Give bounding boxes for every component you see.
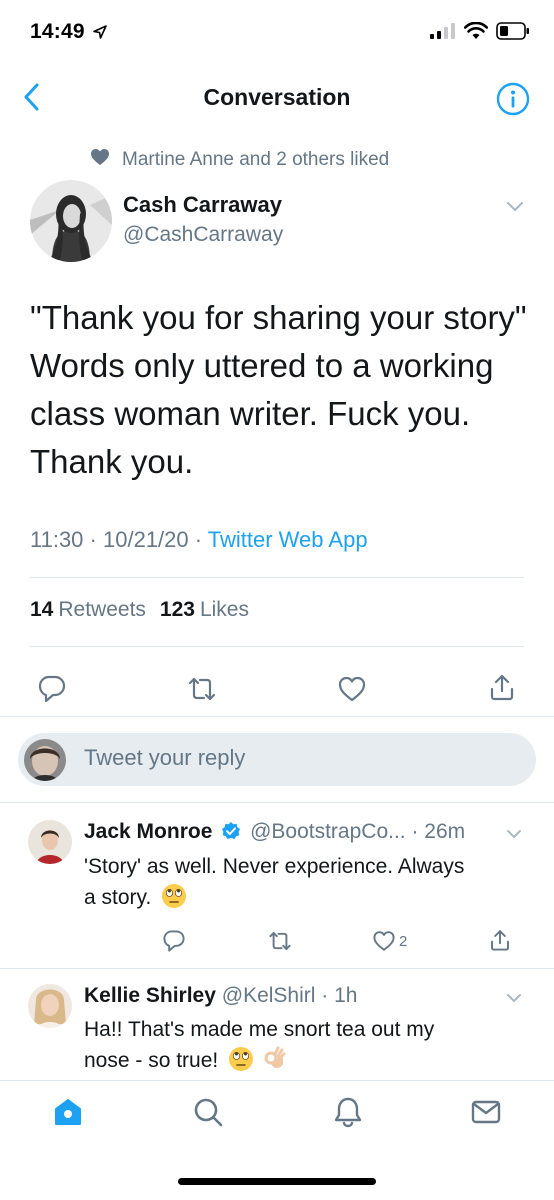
- chevron-down-icon[interactable]: [506, 200, 524, 212]
- tweet-text-line: class woman writer. Fuck you.: [30, 395, 471, 432]
- tweet-date: 10/21/20: [102, 527, 189, 552]
- info-icon: [496, 82, 530, 120]
- reply-icon[interactable]: [37, 674, 67, 704]
- heart-icon: [90, 148, 110, 172]
- reply-text-line: 'Story' as well. Never experience. Alway…: [84, 855, 465, 878]
- status-time: 14:49: [30, 20, 85, 43]
- info-button[interactable]: [496, 82, 530, 116]
- battery-icon: [496, 21, 530, 45]
- meta-separator: ·: [188, 527, 208, 552]
- share-icon[interactable]: [487, 672, 517, 702]
- notifications-icon[interactable]: [332, 1096, 364, 1128]
- tweet-text-line: Thank you.: [30, 443, 194, 480]
- reply-text: Ha!! That's made me snort tea out my nos…: [84, 1014, 524, 1076]
- likes-label: Likes: [199, 598, 249, 621]
- home-icon[interactable]: [52, 1096, 84, 1128]
- like-count: 2: [399, 932, 408, 950]
- reply-age: · 1h: [321, 984, 358, 1007]
- tweet-stats: 14 Retweets 123 Likes: [30, 598, 249, 622]
- like-button[interactable]: 2: [372, 929, 407, 953]
- retweets-stat[interactable]: 14 Retweets: [30, 598, 146, 622]
- tweet-text-line: "Thank you for sharing your story": [30, 299, 527, 336]
- signal-icon: [430, 22, 456, 44]
- tweet-meta: 11:30 · 10/21/20 · Twitter Web App: [30, 527, 368, 553]
- chevron-down-icon[interactable]: [506, 826, 524, 838]
- likes-count: 123: [159, 598, 195, 621]
- reply-author-name[interactable]: Kellie Shirley: [84, 984, 216, 1007]
- home-indicator[interactable]: [178, 1178, 376, 1185]
- author-name[interactable]: Cash Carraway: [123, 192, 282, 218]
- share-icon[interactable]: [488, 928, 512, 952]
- social-context-text: Martine Anne and 2 others liked: [122, 149, 390, 170]
- tweet-text-line: Words only uttered to a working: [30, 347, 494, 384]
- author-handle[interactable]: @CashCarraway: [123, 223, 283, 247]
- reply-text-line2: a story.: [84, 882, 524, 913]
- divider: [30, 646, 524, 647]
- messages-icon[interactable]: [470, 1096, 502, 1128]
- retweet-icon[interactable]: [187, 674, 217, 704]
- reply-author-handle[interactable]: @KelShirl: [222, 984, 316, 1007]
- reply-placeholder: Tweet your reply: [84, 745, 246, 770]
- reply-text-line: nose - so true!: [84, 1049, 219, 1072]
- reply-text-line2: nose - so true!: [84, 1045, 524, 1076]
- tweet-text: "Thank you for sharing your story" Words…: [30, 294, 530, 486]
- retweet-icon[interactable]: [268, 929, 292, 953]
- eye-roll-emoji-icon: [228, 1046, 254, 1072]
- avatar: [24, 739, 66, 781]
- heart-outline-icon[interactable]: [337, 674, 367, 704]
- avatar[interactable]: [30, 180, 112, 262]
- avatar[interactable]: [28, 820, 72, 864]
- status-icons: [430, 21, 530, 45]
- likes-stat[interactable]: 123 Likes: [160, 598, 249, 622]
- social-context: Martine Anne and 2 others liked: [90, 148, 389, 172]
- verified-badge-icon: [221, 821, 241, 847]
- divider: [0, 1080, 554, 1081]
- avatar[interactable]: [28, 984, 72, 1028]
- ok-hand-emoji-icon: [262, 1046, 288, 1072]
- reply-age: · 26m: [411, 820, 466, 843]
- divider: [30, 577, 524, 578]
- reply-header: Jack Monroe @BootstrapCo... · 26m: [84, 820, 465, 847]
- reply-icon[interactable]: [162, 929, 186, 953]
- reply-text: 'Story' as well. Never experience. Alway…: [84, 851, 524, 913]
- page-title: Conversation: [203, 84, 351, 110]
- chevron-down-icon[interactable]: [506, 990, 524, 1002]
- meta-separator: ·: [83, 527, 103, 552]
- divider: [0, 716, 554, 717]
- eye-roll-emoji-icon: [161, 883, 187, 909]
- retweets-label: Retweets: [58, 598, 146, 621]
- divider: [0, 968, 554, 969]
- search-icon[interactable]: [192, 1096, 224, 1128]
- reply-header: Kellie Shirley @KelShirl · 1h: [84, 984, 357, 1008]
- heart-outline-icon: [372, 929, 396, 953]
- reply-text-line: Ha!! That's made me snort tea out my: [84, 1018, 435, 1041]
- location-arrow-icon: [92, 24, 108, 45]
- tweet-time: 11:30: [30, 527, 84, 552]
- tweet-source-link[interactable]: Twitter Web App: [208, 527, 368, 552]
- wifi-icon: [463, 21, 489, 45]
- reply-author-name[interactable]: Jack Monroe: [84, 820, 212, 843]
- retweets-count: 14: [30, 598, 54, 621]
- divider: [0, 802, 554, 803]
- reply-text-line: a story.: [84, 886, 152, 909]
- reply-author-handle[interactable]: @BootstrapCo...: [250, 820, 406, 843]
